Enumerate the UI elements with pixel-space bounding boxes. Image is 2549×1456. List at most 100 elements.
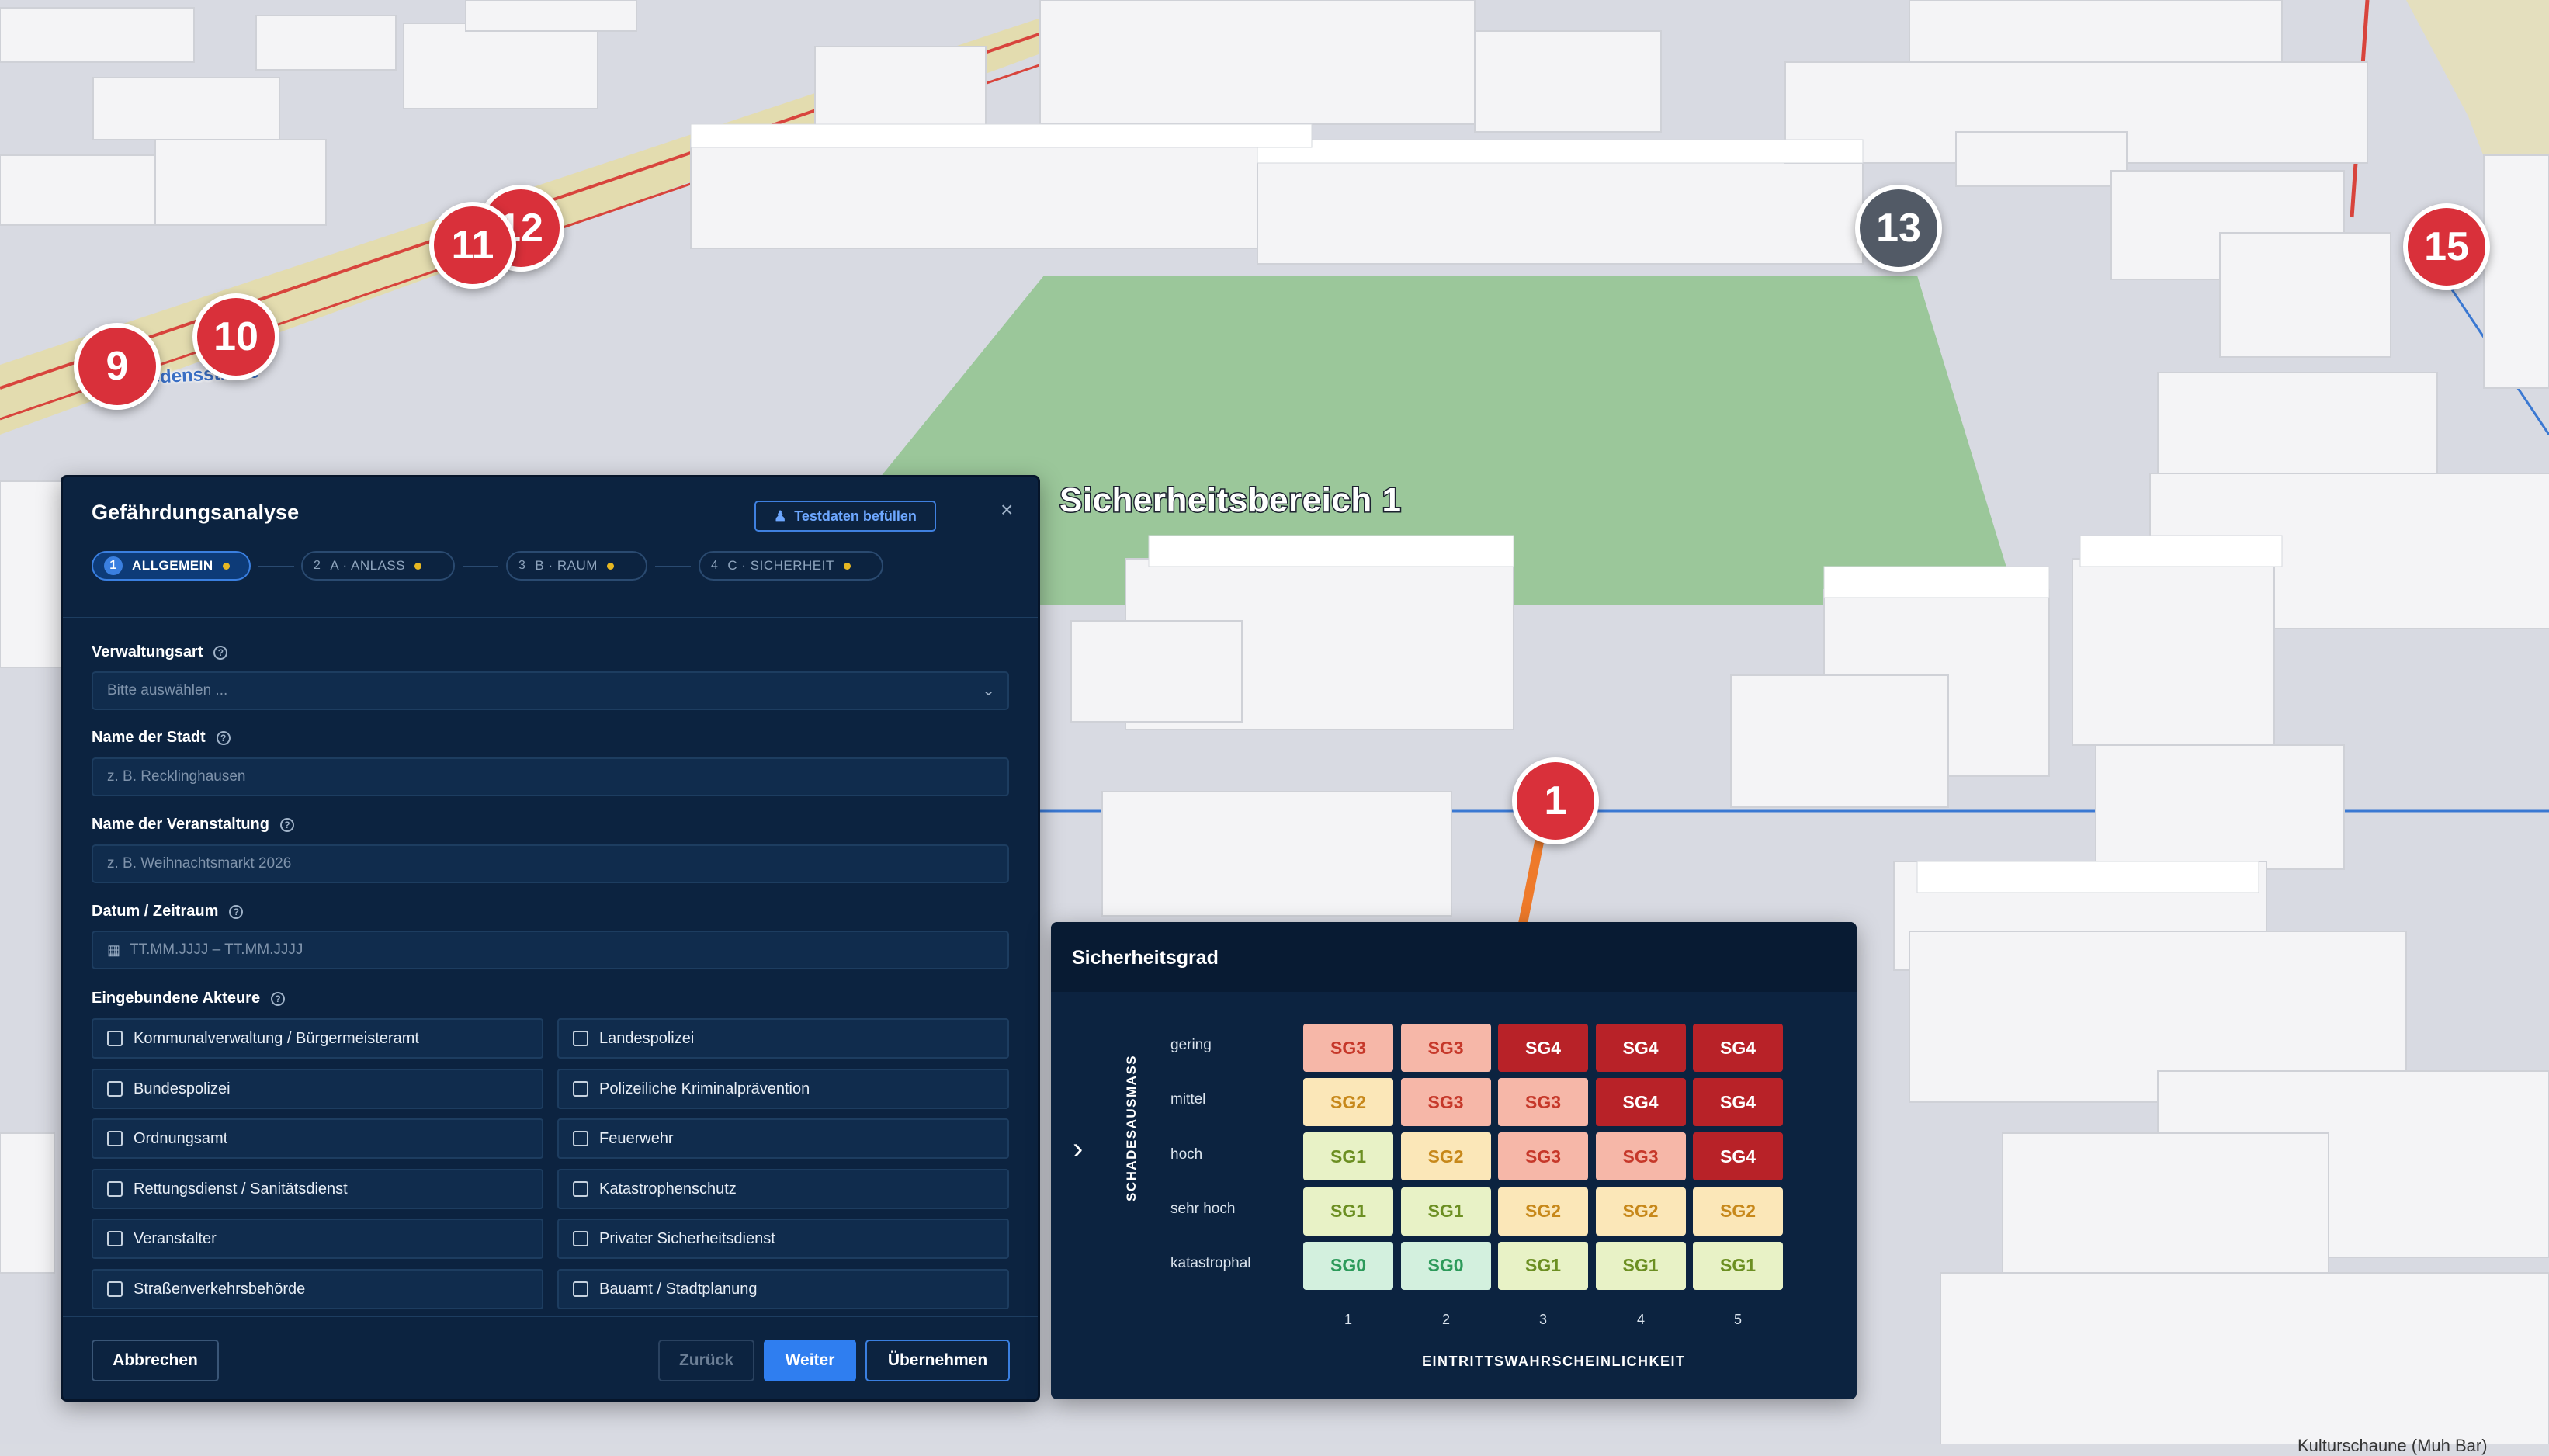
step-label: B · RAUM (535, 558, 598, 573)
map-marker-9[interactable]: 9 (74, 323, 161, 410)
matrix-cell[interactable]: SG2 (1400, 1132, 1491, 1181)
back-button[interactable]: Zurück (658, 1340, 754, 1381)
step-allgemein[interactable]: 1 ALLGEMEIN (92, 551, 251, 581)
matrix-cell[interactable]: SG2 (1498, 1187, 1588, 1236)
step-divider (463, 566, 498, 567)
checkbox-akteur[interactable]: Feuerwehr (557, 1118, 1009, 1159)
help-icon[interactable]: ? (279, 817, 294, 832)
checkbox-label: Katastrophenschutz (599, 1180, 737, 1198)
matrix-cell[interactable]: SG0 (1303, 1241, 1393, 1290)
map-marker-13[interactable]: 13 (1855, 185, 1942, 272)
matrix-cell[interactable]: SG4 (1498, 1024, 1588, 1072)
checkbox[interactable] (573, 1031, 588, 1046)
matrix-cell[interactable]: SG3 (1400, 1024, 1491, 1072)
map-marker-10[interactable]: 10 (192, 293, 279, 380)
step-divider (258, 566, 294, 567)
close-icon[interactable]: × (1001, 497, 1013, 522)
field-label-text: Name der Veranstaltung (92, 816, 269, 833)
matrix-cell[interactable]: SG3 (1595, 1132, 1686, 1181)
step-sicherheit[interactable]: 4 C · SICHERHEIT (699, 551, 883, 581)
col-label: 2 (1441, 1312, 1450, 1327)
help-icon[interactable]: ? (213, 645, 228, 660)
verwaltungsart-select[interactable]: Bitte auswählen ... ⌄ (92, 671, 1009, 710)
help-icon[interactable]: ? (229, 904, 244, 919)
checkbox[interactable] (107, 1231, 123, 1246)
checkbox-label: Ordnungsamt (134, 1129, 228, 1147)
step-raum[interactable]: 3 B · RAUM (506, 551, 647, 581)
checkbox-akteur[interactable]: Kommunalverwaltung / Bürgermeisteramt (92, 1018, 543, 1059)
akteure-label: Eingebundene Akteure ? (92, 990, 286, 1007)
matrix-cell[interactable]: SG4 (1693, 1078, 1783, 1127)
next-button[interactable]: Weiter (764, 1340, 856, 1381)
marker-number: 11 (451, 223, 494, 268)
stadt-label: Name der Stadt ? (92, 729, 231, 747)
fill-testdata-button[interactable]: ♟ Testdaten befüllen (754, 501, 936, 532)
calendar-icon: ▦ (107, 941, 121, 958)
checkbox[interactable] (573, 1181, 588, 1197)
matrix-cell[interactable]: SG2 (1303, 1078, 1393, 1127)
checkbox-label: Feuerwehr (599, 1129, 674, 1147)
matrix-cell[interactable]: SG2 (1595, 1187, 1686, 1236)
checkbox-akteur[interactable]: Rettungsdienst / Sanitätsdienst (92, 1169, 543, 1209)
checkbox-akteur[interactable]: Bauamt / Stadtplanung (557, 1269, 1009, 1309)
matrix-cell[interactable]: SG1 (1303, 1187, 1393, 1236)
step-status-dot (414, 562, 422, 570)
checkbox[interactable] (573, 1081, 588, 1097)
map-marker-15[interactable]: 15 (2403, 203, 2490, 290)
matrix-cell[interactable]: SG4 (1595, 1024, 1686, 1072)
matrix-cell[interactable]: SG3 (1498, 1078, 1588, 1127)
matrix-cell[interactable]: SG3 (1400, 1078, 1491, 1127)
matrix-cell[interactable]: SG1 (1303, 1132, 1393, 1181)
stadt-input[interactable]: z. B. Recklinghausen (92, 757, 1009, 796)
checkbox-akteur[interactable]: Privater Sicherheitsdienst (557, 1219, 1009, 1259)
matrix-cell[interactable]: SG1 (1595, 1241, 1686, 1290)
datum-label: Datum / Zeitraum ? (92, 903, 244, 920)
step-status-dot (222, 562, 230, 570)
datum-input[interactable]: ▦ TT.MM.JJJJ – TT.MM.JJJJ (92, 931, 1009, 969)
checkbox-label: Rettungsdienst / Sanitätsdienst (134, 1180, 348, 1198)
matrix-cell[interactable]: SG3 (1303, 1024, 1393, 1072)
checkbox[interactable] (107, 1131, 123, 1146)
checkbox[interactable] (107, 1081, 123, 1097)
matrix-cell[interactable]: SG2 (1693, 1187, 1783, 1236)
matrix-cell[interactable]: SG1 (1498, 1241, 1588, 1290)
apply-button[interactable]: Übernehmen (865, 1340, 1010, 1381)
cancel-button[interactable]: Abbrechen (92, 1340, 219, 1381)
panel-header: Sicherheitsgrad (1051, 922, 1857, 992)
veranstaltung-label: Name der Veranstaltung ? (92, 816, 294, 834)
step-anlass[interactable]: 2 A · ANLASS (301, 551, 455, 581)
checkbox-akteur[interactable]: Straßenverkehrsbehörde (92, 1269, 543, 1309)
checkbox-akteur[interactable]: Landespolizei (557, 1018, 1009, 1059)
checkbox-akteur[interactable]: Veranstalter (92, 1219, 543, 1259)
checkbox-label: Bauamt / Stadtplanung (599, 1280, 758, 1298)
checkbox[interactable] (573, 1131, 588, 1146)
matrix-cell[interactable]: SG4 (1693, 1024, 1783, 1072)
checkbox-akteur[interactable]: Katastrophenschutz (557, 1169, 1009, 1209)
checkbox[interactable] (107, 1181, 123, 1197)
col-label: 4 (1636, 1312, 1645, 1327)
matrix-cell[interactable]: SG1 (1400, 1187, 1491, 1236)
map-marker-11[interactable]: 11 (429, 202, 516, 289)
checkbox-akteur[interactable]: Ordnungsamt (92, 1118, 543, 1159)
matrix-cell[interactable]: SG3 (1498, 1132, 1588, 1181)
matrix-cell[interactable]: SG4 (1693, 1132, 1783, 1181)
step-status-dot (606, 562, 614, 570)
checkbox[interactable] (573, 1281, 588, 1297)
help-icon[interactable]: ? (271, 991, 286, 1006)
col-label: 1 (1344, 1312, 1352, 1327)
checkbox-akteur[interactable]: Polizeiliche Kriminalprävention (557, 1069, 1009, 1109)
checkbox[interactable] (573, 1231, 588, 1246)
verwaltungsart-label: Verwaltungsart ? (92, 643, 228, 661)
chevron-right-icon[interactable]: › (1073, 1132, 1083, 1167)
marker-number: 10 (213, 314, 258, 359)
matrix-cell[interactable]: SG4 (1595, 1078, 1686, 1127)
help-icon[interactable]: ? (216, 730, 231, 745)
checkbox-akteur[interactable]: Bundespolizei (92, 1069, 543, 1109)
matrix-cell[interactable]: SG1 (1693, 1241, 1783, 1290)
matrix-cell[interactable]: SG0 (1400, 1241, 1491, 1290)
map-marker-1[interactable]: 1 (1512, 757, 1599, 844)
checkbox[interactable] (107, 1281, 123, 1297)
col-label: 3 (1538, 1312, 1547, 1327)
checkbox[interactable] (107, 1031, 123, 1046)
veranstaltung-input[interactable]: z. B. Weihnachtsmarkt 2026 (92, 844, 1009, 883)
